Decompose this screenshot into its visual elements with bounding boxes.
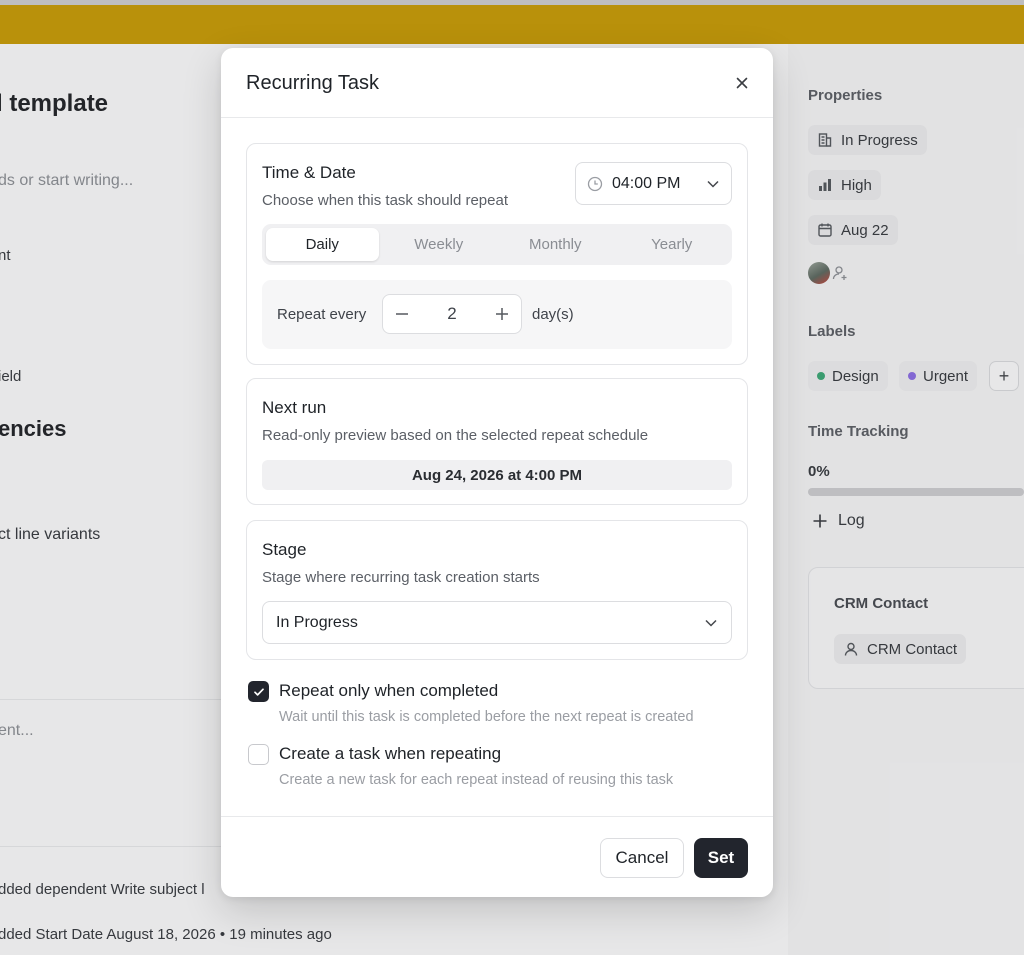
- next-run-card: Next run Read-only preview based on the …: [246, 378, 748, 505]
- plus-icon: [496, 308, 508, 320]
- tab-yearly[interactable]: Yearly: [616, 228, 729, 261]
- repeat-every-label: Repeat every: [277, 306, 367, 323]
- chevron-down-icon: [707, 180, 719, 188]
- time-date-title: Time & Date: [262, 163, 356, 182]
- repeat-only-completed-checkbox[interactable]: [248, 681, 269, 702]
- frequency-tabs: Daily Weekly Monthly Yearly: [262, 224, 732, 265]
- next-run-preview: Aug 24, 2026 at 4:00 PM: [262, 460, 732, 490]
- tab-daily[interactable]: Daily: [266, 228, 379, 261]
- stage-select[interactable]: In Progress: [262, 601, 732, 644]
- dialog-title: Recurring Task: [246, 72, 380, 94]
- close-icon: [736, 77, 748, 89]
- tab-weekly[interactable]: Weekly: [383, 228, 496, 261]
- tab-monthly[interactable]: Monthly: [499, 228, 612, 261]
- chevron-down-icon: [705, 619, 717, 627]
- time-value: 04:00 PM: [612, 174, 681, 192]
- next-run-title: Next run: [262, 398, 327, 417]
- minus-icon: [396, 313, 408, 315]
- create-task-when-repeating-checkbox[interactable]: [248, 744, 269, 765]
- time-picker[interactable]: 04:00 PM: [575, 162, 732, 205]
- time-date-card: Time & Date Choose when this task should…: [246, 143, 748, 365]
- decrement-button[interactable]: [383, 295, 421, 333]
- time-date-subtitle: Choose when this task should repeat: [262, 192, 508, 209]
- cancel-button[interactable]: Cancel: [600, 838, 684, 878]
- repeat-interval-box: Repeat every 2 day(s): [262, 280, 732, 349]
- check-icon: [253, 687, 264, 696]
- stage-subtitle: Stage where recurring task creation star…: [262, 569, 540, 586]
- option-help: Create a new task for each repeat instea…: [279, 772, 674, 788]
- repeat-interval-stepper: 2: [382, 294, 522, 334]
- set-button[interactable]: Set: [694, 838, 748, 878]
- stage-title: Stage: [262, 540, 307, 559]
- option-label[interactable]: Repeat only when completed: [279, 681, 498, 701]
- increment-button[interactable]: [483, 295, 521, 333]
- option-help: Wait until this task is completed before…: [279, 709, 694, 725]
- next-run-subtitle: Read-only preview based on the selected …: [262, 427, 649, 444]
- recurring-task-dialog: Recurring Task Time & Date Choose when t…: [221, 48, 773, 897]
- close-button[interactable]: [729, 70, 755, 96]
- divider: [221, 117, 773, 118]
- repeat-interval-value[interactable]: 2: [421, 304, 483, 324]
- repeat-unit-label: day(s): [532, 306, 574, 323]
- stage-value: In Progress: [276, 613, 358, 631]
- divider: [221, 816, 773, 817]
- option-label[interactable]: Create a task when repeating: [279, 744, 501, 764]
- clock-icon: [587, 176, 603, 191]
- stage-card: Stage Stage where recurring task creatio…: [246, 520, 748, 660]
